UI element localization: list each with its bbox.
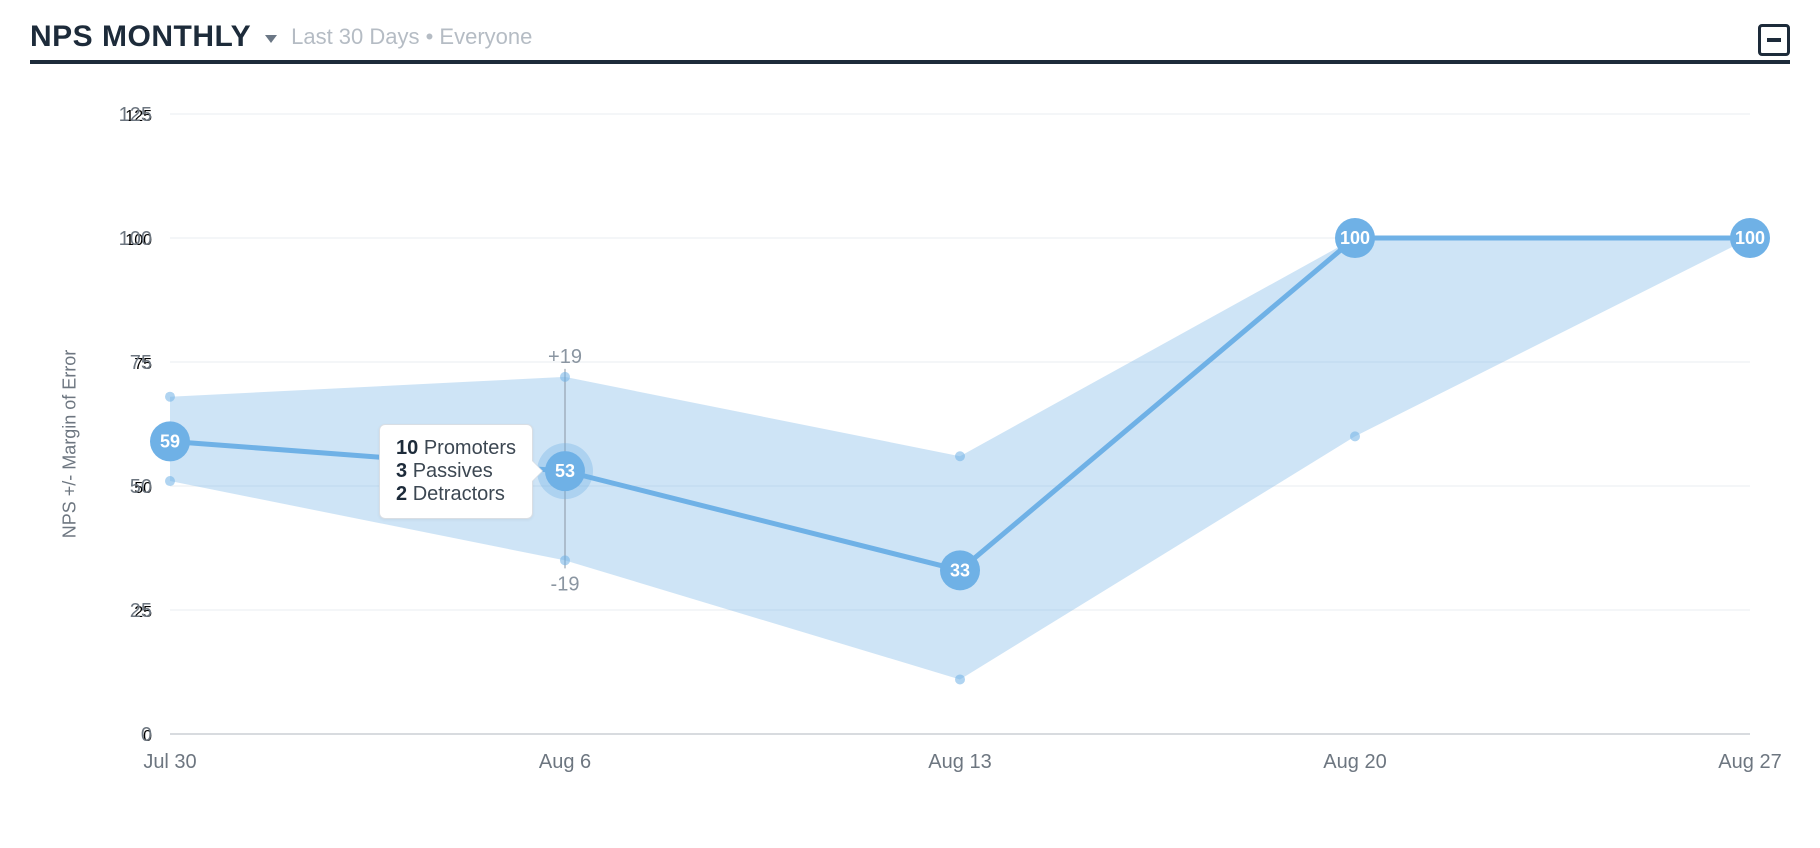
svg-text:75: 75 — [130, 352, 152, 374]
svg-text:100: 100 — [1340, 228, 1370, 248]
nps-line-chart[interactable]: 00252550507575100100125125+19-1959533310… — [30, 94, 1790, 794]
point-tooltip: 10 Promoters 3 Passives 2 Detractors — [379, 424, 533, 519]
chevron-down-icon[interactable] — [265, 35, 277, 43]
svg-text:100: 100 — [119, 228, 152, 250]
y-axis-label: NPS +/- Margin of Error — [60, 350, 81, 539]
passives-count: 3 — [396, 460, 407, 482]
svg-text:125: 125 — [119, 104, 152, 126]
svg-text:53: 53 — [555, 461, 575, 481]
svg-text:33: 33 — [950, 560, 970, 580]
passives-label: Passives — [413, 460, 493, 482]
svg-text:0: 0 — [141, 724, 152, 746]
chart-area: NPS +/- Margin of Error 0025255050757510… — [30, 94, 1790, 794]
svg-text:50: 50 — [130, 476, 152, 498]
chart-title[interactable]: NPS MONTHLY — [30, 20, 251, 54]
collapse-button[interactable] — [1758, 24, 1790, 56]
minus-icon — [1767, 38, 1781, 42]
chart-header: NPS MONTHLY Last 30 Days • Everyone — [30, 20, 1790, 64]
svg-text:100: 100 — [1735, 228, 1765, 248]
detractors-count: 2 — [396, 483, 407, 505]
detractors-label: Detractors — [413, 483, 505, 505]
svg-text:25: 25 — [130, 600, 152, 622]
chart-subtitle: Last 30 Days • Everyone — [291, 24, 532, 50]
svg-text:-19: -19 — [551, 573, 580, 595]
svg-text:Jul 30: Jul 30 — [143, 751, 196, 773]
svg-text:Aug 6: Aug 6 — [539, 751, 591, 773]
promoters-label: Promoters — [424, 437, 516, 459]
svg-text:Aug 20: Aug 20 — [1323, 751, 1386, 773]
svg-text:+19: +19 — [548, 346, 582, 368]
promoters-count: 10 — [396, 437, 418, 459]
svg-text:Aug 13: Aug 13 — [928, 751, 991, 773]
svg-text:Aug 27: Aug 27 — [1718, 751, 1781, 773]
svg-text:59: 59 — [160, 431, 180, 451]
